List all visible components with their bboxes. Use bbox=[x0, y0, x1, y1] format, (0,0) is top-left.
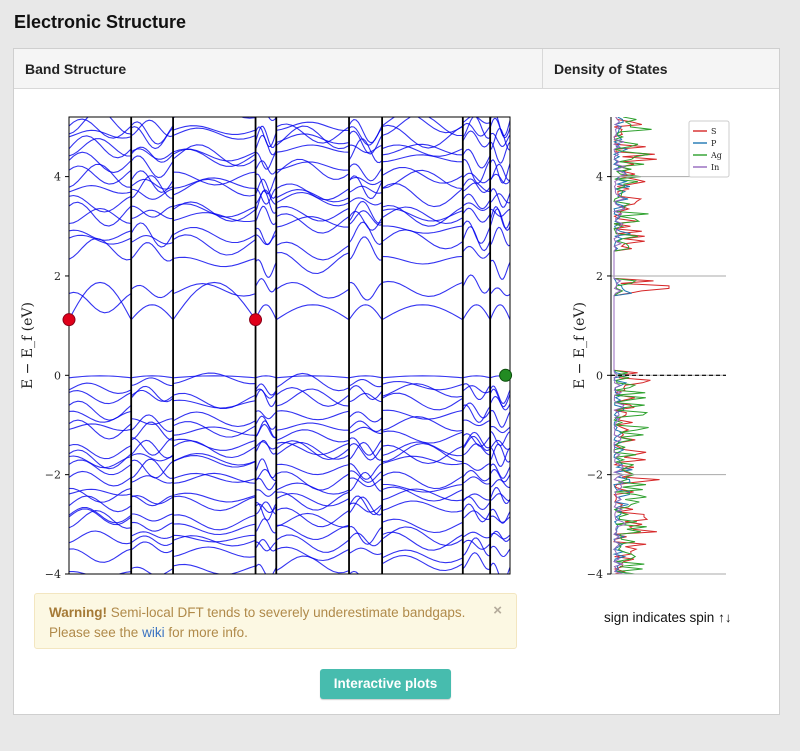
y-axis-label: E − E_f (eV) bbox=[20, 302, 36, 389]
y-tick-label: −4 bbox=[45, 568, 61, 581]
electronic-structure-panel: Band Structure Density of States −4 −2 0 2 4… bbox=[13, 48, 780, 715]
k-label: H bbox=[377, 579, 387, 581]
y-tick-label: 4 bbox=[596, 171, 603, 184]
band-line bbox=[69, 236, 510, 280]
band-line bbox=[69, 471, 510, 511]
k-label: Γ bbox=[65, 579, 73, 581]
page-title: Electronic Structure bbox=[14, 12, 187, 32]
band-line bbox=[69, 383, 510, 410]
band-line bbox=[69, 537, 510, 564]
legend-label: In bbox=[711, 163, 719, 172]
band-line bbox=[69, 552, 510, 574]
dos-legend: SP Ag In bbox=[688, 120, 730, 178]
band-line bbox=[69, 117, 510, 150]
band-line bbox=[69, 274, 510, 314]
band-line bbox=[69, 375, 510, 379]
k-label: H bbox=[505, 579, 515, 581]
band-line bbox=[69, 158, 510, 195]
band-structure-header: Band Structure bbox=[14, 49, 543, 89]
cbm-marker bbox=[62, 313, 76, 327]
bandgap-warning: Warning! Semi-local DFT tends to severel… bbox=[34, 593, 517, 649]
dos-series-ag bbox=[613, 117, 652, 574]
band-line bbox=[69, 190, 510, 231]
band-line bbox=[69, 500, 510, 531]
interactive-plots-button[interactable]: Interactive plots bbox=[320, 669, 451, 699]
k-label: A bbox=[271, 579, 281, 581]
panel-header: Band Structure Density of States bbox=[14, 49, 779, 89]
cbm-marker bbox=[249, 313, 263, 327]
y-tick-label: −2 bbox=[45, 469, 61, 482]
close-icon[interactable]: × bbox=[493, 601, 502, 621]
warning-text: Semi-local DFT tends to severely underes… bbox=[107, 605, 466, 620]
k-label: M|K bbox=[478, 579, 504, 581]
warning-text-2a: Please see the bbox=[49, 625, 143, 640]
band-lines bbox=[69, 117, 510, 574]
band-line bbox=[69, 200, 510, 234]
band-line bbox=[69, 117, 510, 146]
spin-note: sign indicates spin ↑↓ bbox=[604, 610, 732, 625]
band-line bbox=[69, 281, 510, 321]
k-label: K bbox=[169, 579, 179, 581]
band-structure-chart: −4−2024ΓMKΓALHA|LM|KHWave VectorE − E_f … bbox=[20, 116, 515, 581]
y-axis-label: E − E_f (eV) bbox=[572, 302, 588, 389]
k-label: A|L bbox=[451, 579, 473, 581]
band-line bbox=[69, 385, 510, 423]
k-label: Γ bbox=[251, 579, 259, 581]
y-tick-label: −4 bbox=[587, 568, 603, 581]
dos-header: Density of States bbox=[554, 61, 668, 77]
wiki-link[interactable]: wiki bbox=[142, 625, 165, 640]
y-tick-label: 0 bbox=[596, 369, 603, 382]
y-tick-label: 4 bbox=[54, 171, 61, 184]
band-line bbox=[69, 163, 510, 208]
warning-label: Warning! bbox=[49, 605, 107, 620]
band-axes-frame bbox=[68, 116, 511, 575]
y-tick-label: −2 bbox=[587, 469, 603, 482]
y-tick-label: 0 bbox=[54, 369, 61, 382]
y-tick-label: 2 bbox=[596, 270, 603, 283]
warning-text-2b: for more info. bbox=[164, 625, 248, 640]
legend-label: P bbox=[711, 139, 717, 148]
band-line bbox=[69, 510, 510, 551]
legend-box bbox=[688, 120, 730, 178]
vbm-marker bbox=[499, 368, 513, 382]
band-line bbox=[69, 496, 510, 540]
band-line bbox=[69, 414, 510, 440]
dos-lines bbox=[612, 117, 670, 574]
band-line bbox=[69, 169, 510, 209]
band-line bbox=[69, 402, 510, 428]
k-label: L bbox=[345, 579, 353, 581]
dos-chart: −4−2024E − E_f (eV)Density of statesSPAg… bbox=[572, 117, 730, 581]
legend-label: Ag bbox=[710, 151, 722, 160]
legend-label: S bbox=[711, 127, 716, 136]
y-tick-label: 2 bbox=[54, 270, 61, 283]
k-label: M bbox=[125, 579, 137, 581]
